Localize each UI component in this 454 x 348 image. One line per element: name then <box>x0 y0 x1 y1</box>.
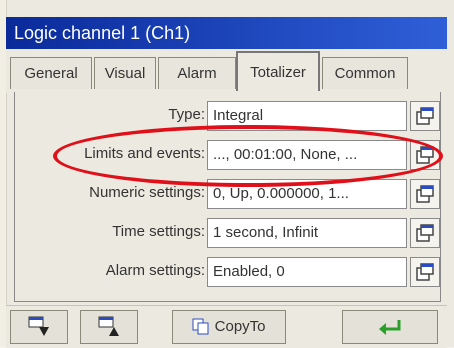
tab-alarm[interactable]: Alarm <box>158 57 236 89</box>
tab-label: Alarm <box>177 65 217 82</box>
move-up-icon <box>98 316 119 337</box>
time-settings-field[interactable]: 1 second, Infinit <box>207 218 407 248</box>
tab-totalizer[interactable]: Totalizer <box>236 51 320 91</box>
setting-row-time: Time settings: 1 second, Infinit <box>15 216 440 250</box>
enter-button[interactable] <box>342 310 438 344</box>
device-screen: Logic channel 1 (Ch1) General Visual Ala… <box>0 0 454 348</box>
copy-to-button[interactable]: CopyTo <box>172 310 286 344</box>
setting-label: Alarm settings: <box>105 262 205 279</box>
numeric-settings-field[interactable]: 0, Up, 0.000000, 1... <box>207 179 407 209</box>
type-edit-button[interactable] <box>410 101 440 131</box>
copy-icon <box>192 318 209 335</box>
edit-dialog-icon <box>416 263 434 281</box>
move-down-button[interactable] <box>10 310 68 344</box>
copy-to-label: CopyTo <box>214 318 266 335</box>
tab-label: Visual <box>104 65 146 82</box>
limits-edit-button[interactable] <box>410 140 440 170</box>
window-titlebar: Logic channel 1 (Ch1) <box>6 17 447 49</box>
edit-dialog-icon <box>416 185 434 203</box>
enter-icon <box>379 320 401 336</box>
tab-visual[interactable]: Visual <box>94 57 156 89</box>
setting-row-alarm: Alarm settings: Enabled, 0 <box>15 255 440 289</box>
window-title: Logic channel 1 (Ch1) <box>14 23 191 43</box>
settings-panel: Type: Integral Limits and events: ..., 0… <box>14 92 441 302</box>
type-field[interactable]: Integral <box>207 101 407 131</box>
alarm-edit-button[interactable] <box>410 257 440 287</box>
setting-label: Time settings: <box>112 223 205 240</box>
tab-strip: General Visual Alarm Totalizer Common <box>6 49 447 93</box>
tab-label: Totalizer <box>250 64 306 81</box>
setting-row-type: Type: Integral <box>15 99 440 133</box>
setting-label: Limits and events: <box>84 145 205 162</box>
setting-row-limits: Limits and events: ..., 00:01:00, None, … <box>15 138 440 172</box>
tab-general[interactable]: General <box>10 57 92 89</box>
edit-dialog-icon <box>416 224 434 242</box>
bottom-toolbar: CopyTo <box>6 305 447 348</box>
setting-label: Numeric settings: <box>89 184 205 201</box>
numeric-edit-button[interactable] <box>410 179 440 209</box>
alarm-settings-field[interactable]: Enabled, 0 <box>207 257 407 287</box>
tab-label: Common <box>334 65 396 82</box>
edit-dialog-icon <box>416 146 434 164</box>
limits-events-field[interactable]: ..., 00:01:00, None, ... <box>207 140 407 170</box>
setting-label: Type: <box>168 106 205 123</box>
tab-label: General <box>24 65 78 82</box>
edit-dialog-icon <box>416 107 434 125</box>
move-up-button[interactable] <box>80 310 138 344</box>
move-down-icon <box>28 316 49 337</box>
setting-row-numeric: Numeric settings: 0, Up, 0.000000, 1... <box>15 177 440 211</box>
tab-common[interactable]: Common <box>322 57 408 89</box>
time-edit-button[interactable] <box>410 218 440 248</box>
